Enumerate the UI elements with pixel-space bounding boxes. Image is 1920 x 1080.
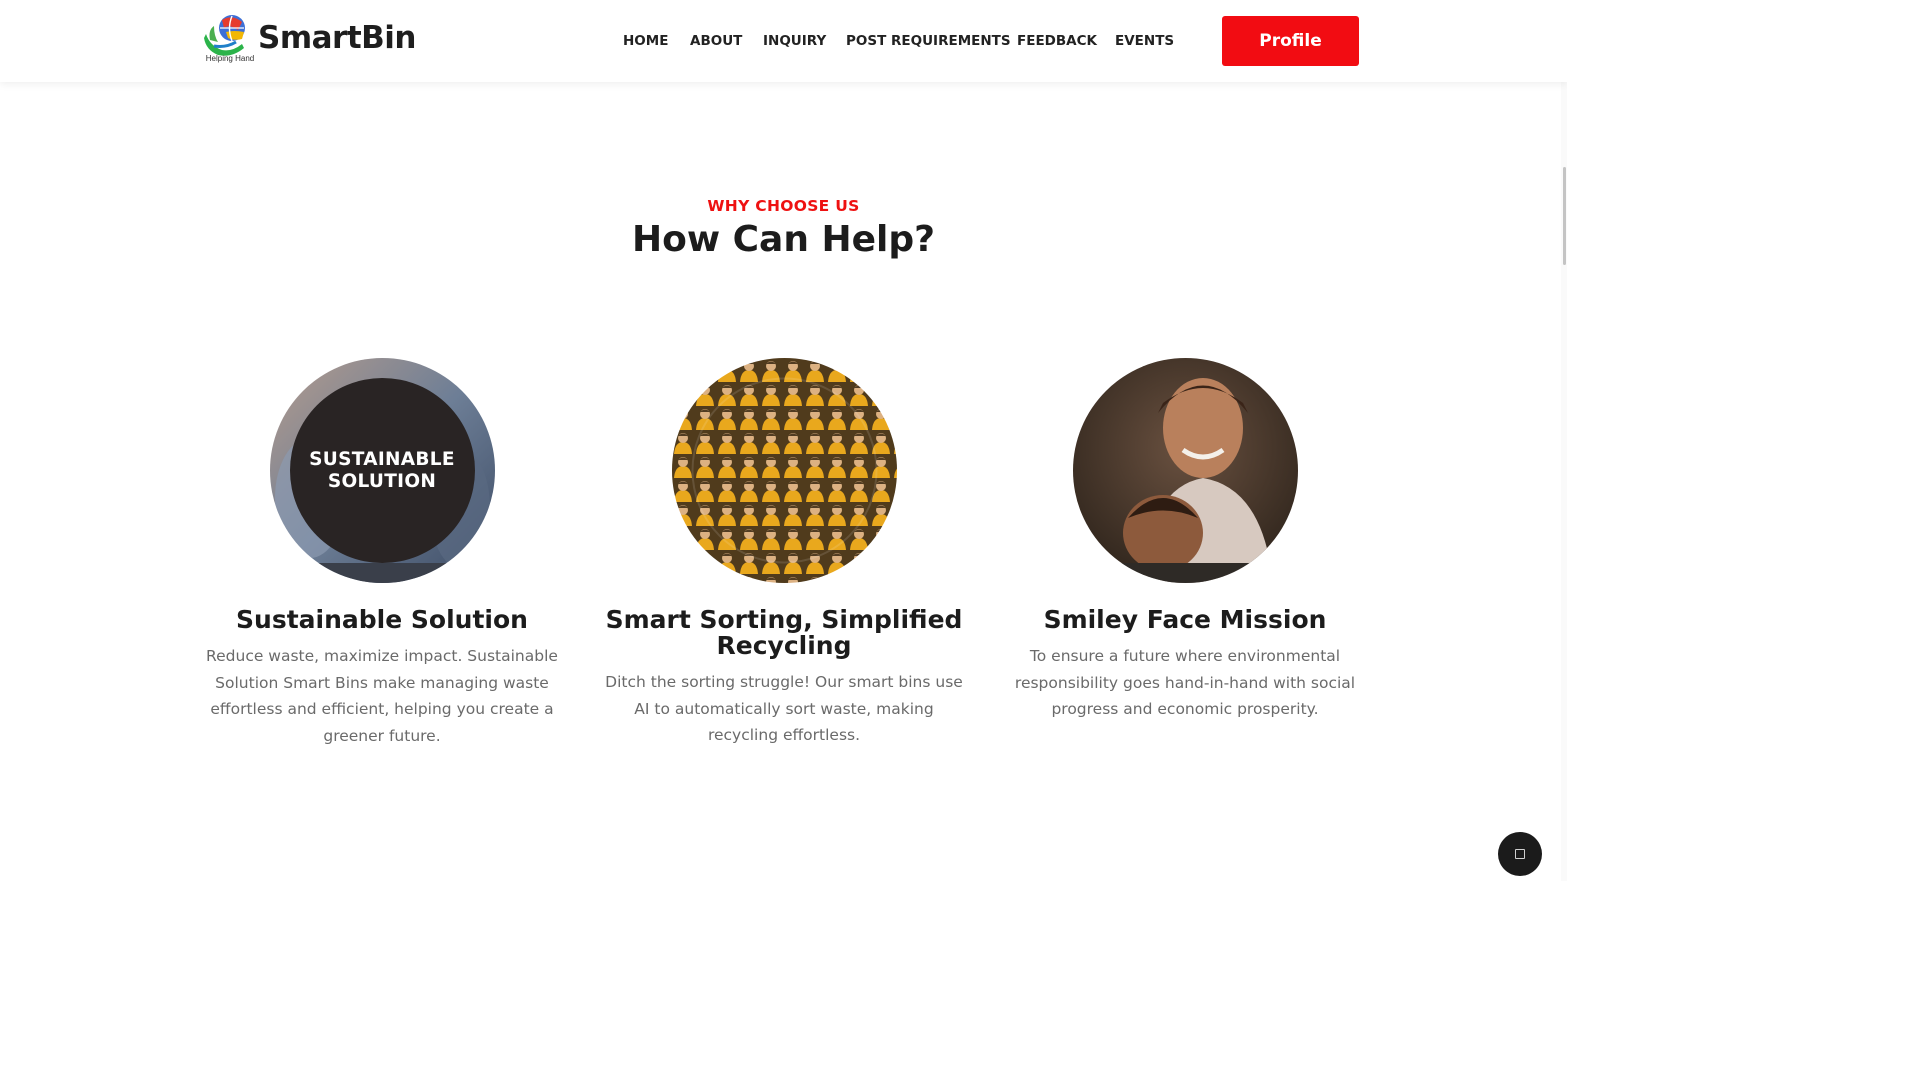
nav-inquiry[interactable]: INQUIRY xyxy=(763,33,846,49)
logo[interactable]: Helping Hand SmartBin xyxy=(202,12,432,68)
card-description: Ditch the sorting struggle! Our smart bi… xyxy=(605,673,963,744)
feature-image-smiley-face xyxy=(1072,358,1298,583)
page: Helping Hand SmartBin HOME ABOUT INQUIRY… xyxy=(0,0,1567,881)
section-title: How Can Help? xyxy=(631,219,936,260)
smiling-children-photo-image xyxy=(1072,358,1298,583)
section-eyebrow: WHY CHOOSE US xyxy=(707,197,860,215)
nav-about[interactable]: ABOUT xyxy=(690,33,763,49)
overlay-badge: SUSTAINABLE SOLUTION xyxy=(289,378,475,563)
feature-image-sustainable: SUSTAINABLE SOLUTION xyxy=(269,358,495,583)
feature-image-smart-sorting xyxy=(671,358,897,583)
logo-tagline: Helping Hand xyxy=(205,54,255,63)
floating-action-button[interactable] xyxy=(1498,832,1542,876)
card-description: To ensure a future where environmental r… xyxy=(1014,647,1356,718)
feature-card-sustainable: SUSTAINABLE SOLUTION Sustainable Solutio… xyxy=(192,358,572,749)
card-description: Reduce waste, maximize impact. Sustainab… xyxy=(206,647,558,745)
site-header: Helping Hand SmartBin HOME ABOUT INQUIRY… xyxy=(0,0,1567,82)
nav-home[interactable]: HOME xyxy=(623,33,690,49)
nav-post-requirements[interactable]: POST REQUIREMENTS xyxy=(846,33,1017,49)
card-title: Smiley Face Mission xyxy=(1043,605,1327,634)
overlay-text: SUSTAINABLE SOLUTION xyxy=(309,448,455,492)
crowd-photo-image xyxy=(671,358,897,583)
profile-button[interactable]: Profile xyxy=(1222,16,1359,66)
square-icon xyxy=(1515,849,1525,859)
feature-card-smiley-face: Smiley Face Mission To ensure a future w… xyxy=(995,358,1375,723)
brand-name: SmartBin xyxy=(258,20,416,56)
card-title: Sustainable Solution xyxy=(236,605,528,634)
feature-card-smart-sorting: Smart Sorting, Simplified Recycling Ditc… xyxy=(594,358,974,749)
nav-feedback[interactable]: FEEDBACK xyxy=(1017,33,1115,49)
card-title: Smart Sorting, Simplified Recycling xyxy=(605,605,963,660)
main-nav: HOME ABOUT INQUIRY POST REQUIREMENTS FEE… xyxy=(623,33,1175,49)
nav-events[interactable]: EVENTS xyxy=(1115,33,1175,49)
